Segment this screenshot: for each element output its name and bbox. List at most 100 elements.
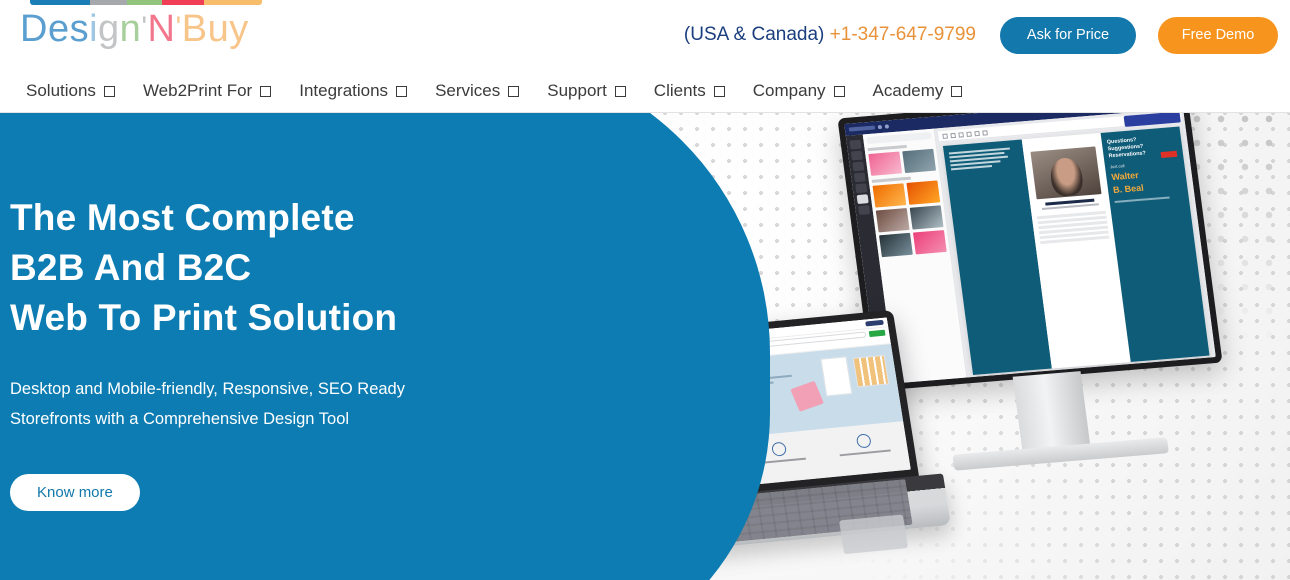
logo-wordmark: Design'N'Buy — [20, 8, 260, 51]
toolbar-icon — [966, 131, 972, 137]
template-thumb — [872, 183, 907, 208]
hero-heading-line-2: B2B And B2C — [10, 247, 252, 288]
chevron-down-icon — [260, 85, 272, 97]
monitor-stand-neck — [1012, 371, 1091, 455]
hero-subheading: Desktop and Mobile-friendly, Responsive,… — [10, 374, 480, 434]
page-root: Design'N'Buy (USA & Canada) +1-347-647-9… — [0, 0, 1290, 580]
hero-heading: The Most Complete B2B And B2C Web To Pri… — [10, 193, 480, 343]
brochure-artboard: Questions? Suggestions? Reservations? Ju… — [942, 126, 1210, 375]
ask-for-price-button[interactable]: Ask for Price — [1000, 16, 1136, 54]
logo-part-N: N — [147, 8, 176, 50]
nav-item-academy[interactable]: Academy — [859, 81, 977, 101]
chevron-down-icon — [396, 85, 408, 97]
library-thumbnails — [872, 180, 947, 258]
storefront-product-swatches — [852, 354, 890, 388]
rail-tool-active — [856, 194, 869, 205]
editor-dot — [884, 124, 890, 129]
nav-item-clients[interactable]: Clients — [640, 81, 739, 101]
logo-part-buy: Buy — [181, 8, 249, 50]
nav-label: Services — [435, 81, 501, 100]
template-thumb — [868, 151, 903, 176]
feature-item — [819, 421, 911, 483]
library-group-label — [871, 176, 912, 183]
toolbar-icon — [958, 131, 964, 138]
chevron-down-icon — [713, 85, 725, 97]
rail-tool — [858, 205, 871, 215]
nav-label: Support — [547, 81, 607, 100]
know-more-button[interactable]: Know more — [10, 474, 140, 511]
nav-item-support[interactable]: Support — [533, 81, 640, 101]
nav-label: Academy — [872, 81, 944, 100]
nav-item-company[interactable]: Company — [739, 81, 859, 101]
chevron-down-icon — [614, 85, 626, 97]
nav-label: Company — [752, 81, 826, 100]
editor-dot — [877, 124, 883, 130]
person-photo — [1030, 146, 1102, 200]
nav-item-integrations[interactable]: Integrations — [285, 81, 421, 101]
logo-bar-green — [127, 0, 163, 5]
editor-primary-button — [1123, 113, 1181, 127]
library-group-label — [867, 144, 907, 152]
logo-part-i: i — [89, 8, 99, 50]
editor-logo — [848, 125, 876, 132]
chevron-down-icon — [833, 85, 845, 97]
main-navigation: Solutions Web2Print For Integrations Ser… — [0, 70, 1290, 113]
template-thumb — [906, 180, 941, 205]
nav-item-services[interactable]: Services — [421, 81, 533, 101]
nav-label: Integrations — [299, 81, 389, 100]
hero-heading-line-3: Web To Print Solution — [10, 297, 398, 338]
hero-sub-line-1: Desktop and Mobile-friendly, Responsive,… — [10, 380, 405, 398]
phone-region-label: (USA & Canada) — [683, 24, 825, 45]
chevron-down-icon — [103, 85, 115, 97]
header-actions: (USA & Canada) +1-347-647-9799 Ask for P… — [684, 0, 1278, 70]
chevron-down-icon — [508, 85, 520, 97]
logo-part-g: g — [98, 8, 120, 50]
logo-color-bar — [30, 0, 262, 5]
nav-label: Web2Print For — [142, 81, 253, 100]
free-demo-button[interactable]: Free Demo — [1158, 16, 1278, 54]
template-thumb — [902, 148, 937, 174]
chevron-down-icon — [951, 85, 963, 97]
hero-copy: The Most Complete B2B And B2C Web To Pri… — [10, 193, 480, 511]
storefront-cart-button — [865, 319, 884, 327]
logo-part-des: Des — [20, 8, 90, 50]
logo-part-n: n — [119, 8, 142, 50]
rail-tool — [850, 150, 864, 161]
rail-tool — [849, 139, 862, 150]
rail-tool — [853, 172, 866, 183]
feature-label — [839, 449, 891, 457]
nav-label: Solutions — [26, 81, 96, 100]
hero-heading-line-1: The Most Complete — [10, 197, 355, 238]
template-thumb — [909, 205, 944, 230]
feature-icon — [855, 433, 872, 449]
hero-sub-line-2: Storefronts with a Comprehensive Design … — [10, 410, 350, 428]
phone-number: +1-347-647-9799 — [829, 24, 976, 45]
toolbar-icon — [974, 130, 980, 136]
logo-bar-blue — [30, 0, 91, 5]
template-thumb — [912, 230, 947, 255]
feature-icon — [770, 441, 788, 457]
laptop-trackpad — [838, 514, 909, 555]
schedule-table — [1036, 210, 1110, 245]
toolbar-icon — [950, 132, 956, 138]
library-search-box — [866, 131, 932, 145]
site-header: Design'N'Buy (USA & Canada) +1-347-647-9… — [0, 0, 1290, 70]
editor-canvas: Questions? Suggestions? Reservations? Ju… — [934, 113, 1216, 378]
logo-bar-red — [162, 0, 204, 5]
brochure-name-line2: B. Beal — [1112, 182, 1145, 196]
brochure-footer-line — [1114, 196, 1170, 203]
toolbar-icon — [982, 129, 988, 136]
hero-banner: Questions? Suggestions? Reservations? Ju… — [0, 113, 1290, 580]
nav-item-solutions[interactable]: Solutions — [12, 81, 129, 101]
site-logo[interactable]: Design'N'Buy — [20, 0, 262, 62]
template-thumb — [875, 208, 910, 233]
template-thumb — [879, 232, 913, 258]
storefront-product-box — [790, 380, 824, 412]
storefront-green-button — [868, 329, 886, 338]
rail-tool — [855, 183, 868, 194]
logo-bar-orange — [203, 0, 262, 5]
nav-label: Clients — [653, 81, 706, 100]
contact-phone[interactable]: (USA & Canada) +1-347-647-9799 — [684, 24, 976, 46]
nav-item-web2print-for[interactable]: Web2Print For — [129, 81, 285, 101]
rail-tool — [852, 161, 865, 172]
